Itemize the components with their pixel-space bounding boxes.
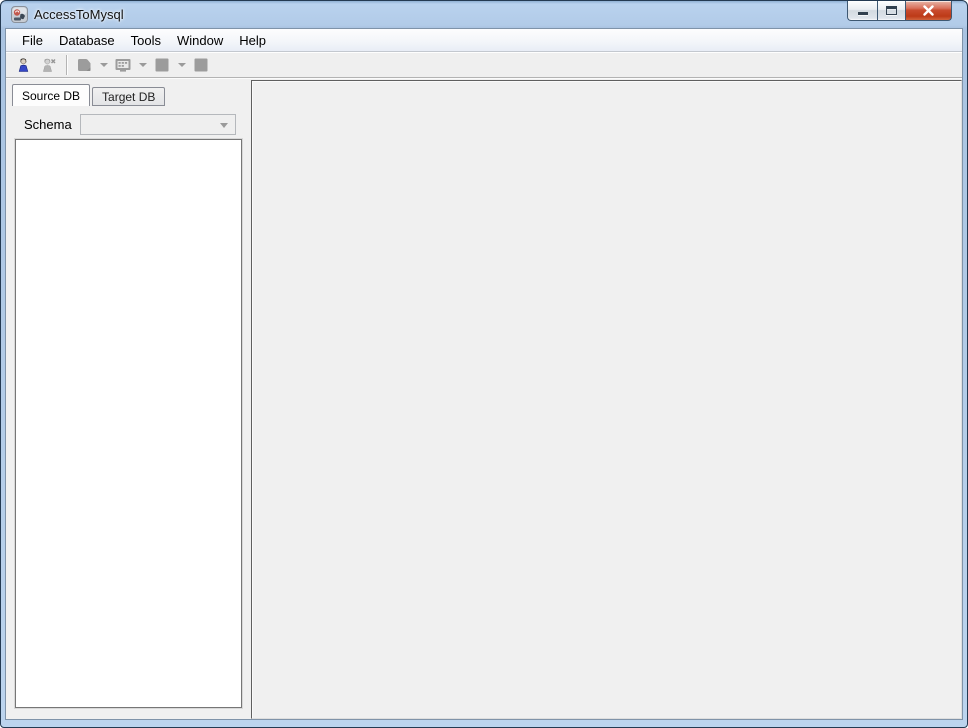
tab-target-db[interactable]: Target DB xyxy=(92,87,165,106)
title-bar: AccessToMysql xyxy=(5,1,963,28)
source-objects-list[interactable] xyxy=(15,139,242,708)
menu-help[interactable]: Help xyxy=(231,29,274,51)
client-area: File Database Tools Window Help xyxy=(5,28,963,720)
db-tab-strip: Source DB Target DB xyxy=(12,82,245,106)
schema-label: Schema xyxy=(24,117,72,132)
stop-icon xyxy=(193,57,209,73)
content-area: Source DB Target DB Schema xyxy=(6,78,962,719)
app-logo-icon xyxy=(11,6,28,23)
minimize-icon xyxy=(858,12,868,15)
toolbar-separator xyxy=(66,55,67,75)
maximize-icon xyxy=(886,6,897,15)
dropdown-arrow-icon xyxy=(178,63,186,67)
export-dropdown-button[interactable] xyxy=(97,54,110,76)
dropdown-arrow-icon xyxy=(100,63,108,67)
convert-icon xyxy=(154,57,170,73)
schema-combobox[interactable] xyxy=(80,114,236,135)
window-title: AccessToMysql xyxy=(34,7,124,22)
tab-source-db[interactable]: Source DB xyxy=(12,84,90,106)
close-button[interactable] xyxy=(906,1,952,21)
data-view-icon xyxy=(114,57,132,73)
convert-dropdown-button[interactable] xyxy=(175,54,188,76)
window-controls xyxy=(847,1,952,21)
app-window: AccessToMysql File Database Tools Window… xyxy=(0,0,968,728)
connect-icon xyxy=(16,57,32,73)
mdi-workspace xyxy=(251,80,962,719)
data-view-dropdown-button[interactable] xyxy=(136,54,149,76)
minimize-button[interactable] xyxy=(847,1,877,21)
disconnect-icon xyxy=(41,57,57,73)
schema-row: Schema xyxy=(24,113,236,135)
stop-button[interactable] xyxy=(189,54,213,76)
menu-window[interactable]: Window xyxy=(169,29,231,51)
export-button[interactable] xyxy=(72,54,96,76)
source-panel: Source DB Target DB Schema xyxy=(6,79,245,719)
convert-button[interactable] xyxy=(150,54,174,76)
menu-file[interactable]: File xyxy=(14,29,51,51)
maximize-button[interactable] xyxy=(877,1,906,21)
dropdown-arrow-icon xyxy=(139,63,147,67)
combo-dropdown-icon xyxy=(220,123,228,128)
toolbar xyxy=(6,52,962,78)
connect-button[interactable] xyxy=(12,54,36,76)
menu-tools[interactable]: Tools xyxy=(123,29,169,51)
data-view-button[interactable] xyxy=(111,54,135,76)
export-icon xyxy=(76,57,93,73)
menu-bar: File Database Tools Window Help xyxy=(6,29,962,52)
close-icon xyxy=(922,5,935,16)
disconnect-button[interactable] xyxy=(37,54,61,76)
menu-database[interactable]: Database xyxy=(51,29,123,51)
